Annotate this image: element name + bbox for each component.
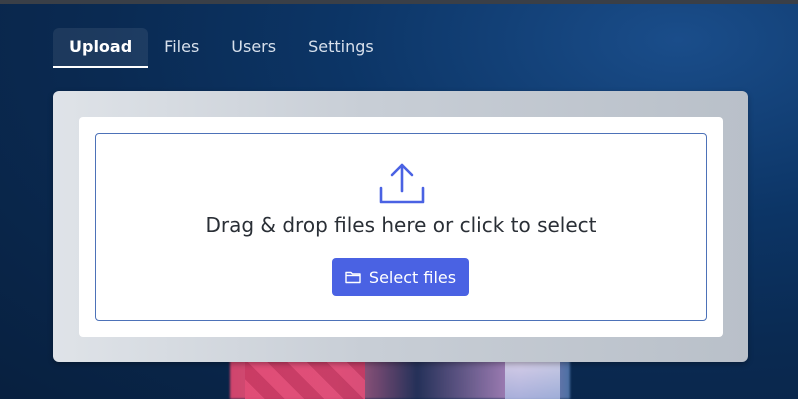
tab-bar: Upload Files Users Settings bbox=[53, 28, 390, 68]
upload-card: Drag & drop files here or click to selec… bbox=[79, 117, 723, 337]
tab-users[interactable]: Users bbox=[215, 28, 292, 68]
tab-files[interactable]: Files bbox=[148, 28, 215, 68]
window-top-edge bbox=[0, 0, 798, 4]
select-files-label: Select files bbox=[368, 267, 457, 287]
upload-icon bbox=[379, 163, 425, 204]
tab-upload[interactable]: Upload bbox=[53, 28, 149, 68]
upload-panel: Drag & drop files here or click to selec… bbox=[53, 91, 748, 362]
dropzone-instructions: Drag & drop files here or click to selec… bbox=[205, 213, 597, 237]
tab-settings[interactable]: Settings bbox=[292, 28, 390, 68]
file-dropzone[interactable]: Drag & drop files here or click to selec… bbox=[95, 133, 707, 321]
folder-icon bbox=[345, 271, 361, 284]
select-files-button[interactable]: Select files bbox=[332, 258, 469, 296]
